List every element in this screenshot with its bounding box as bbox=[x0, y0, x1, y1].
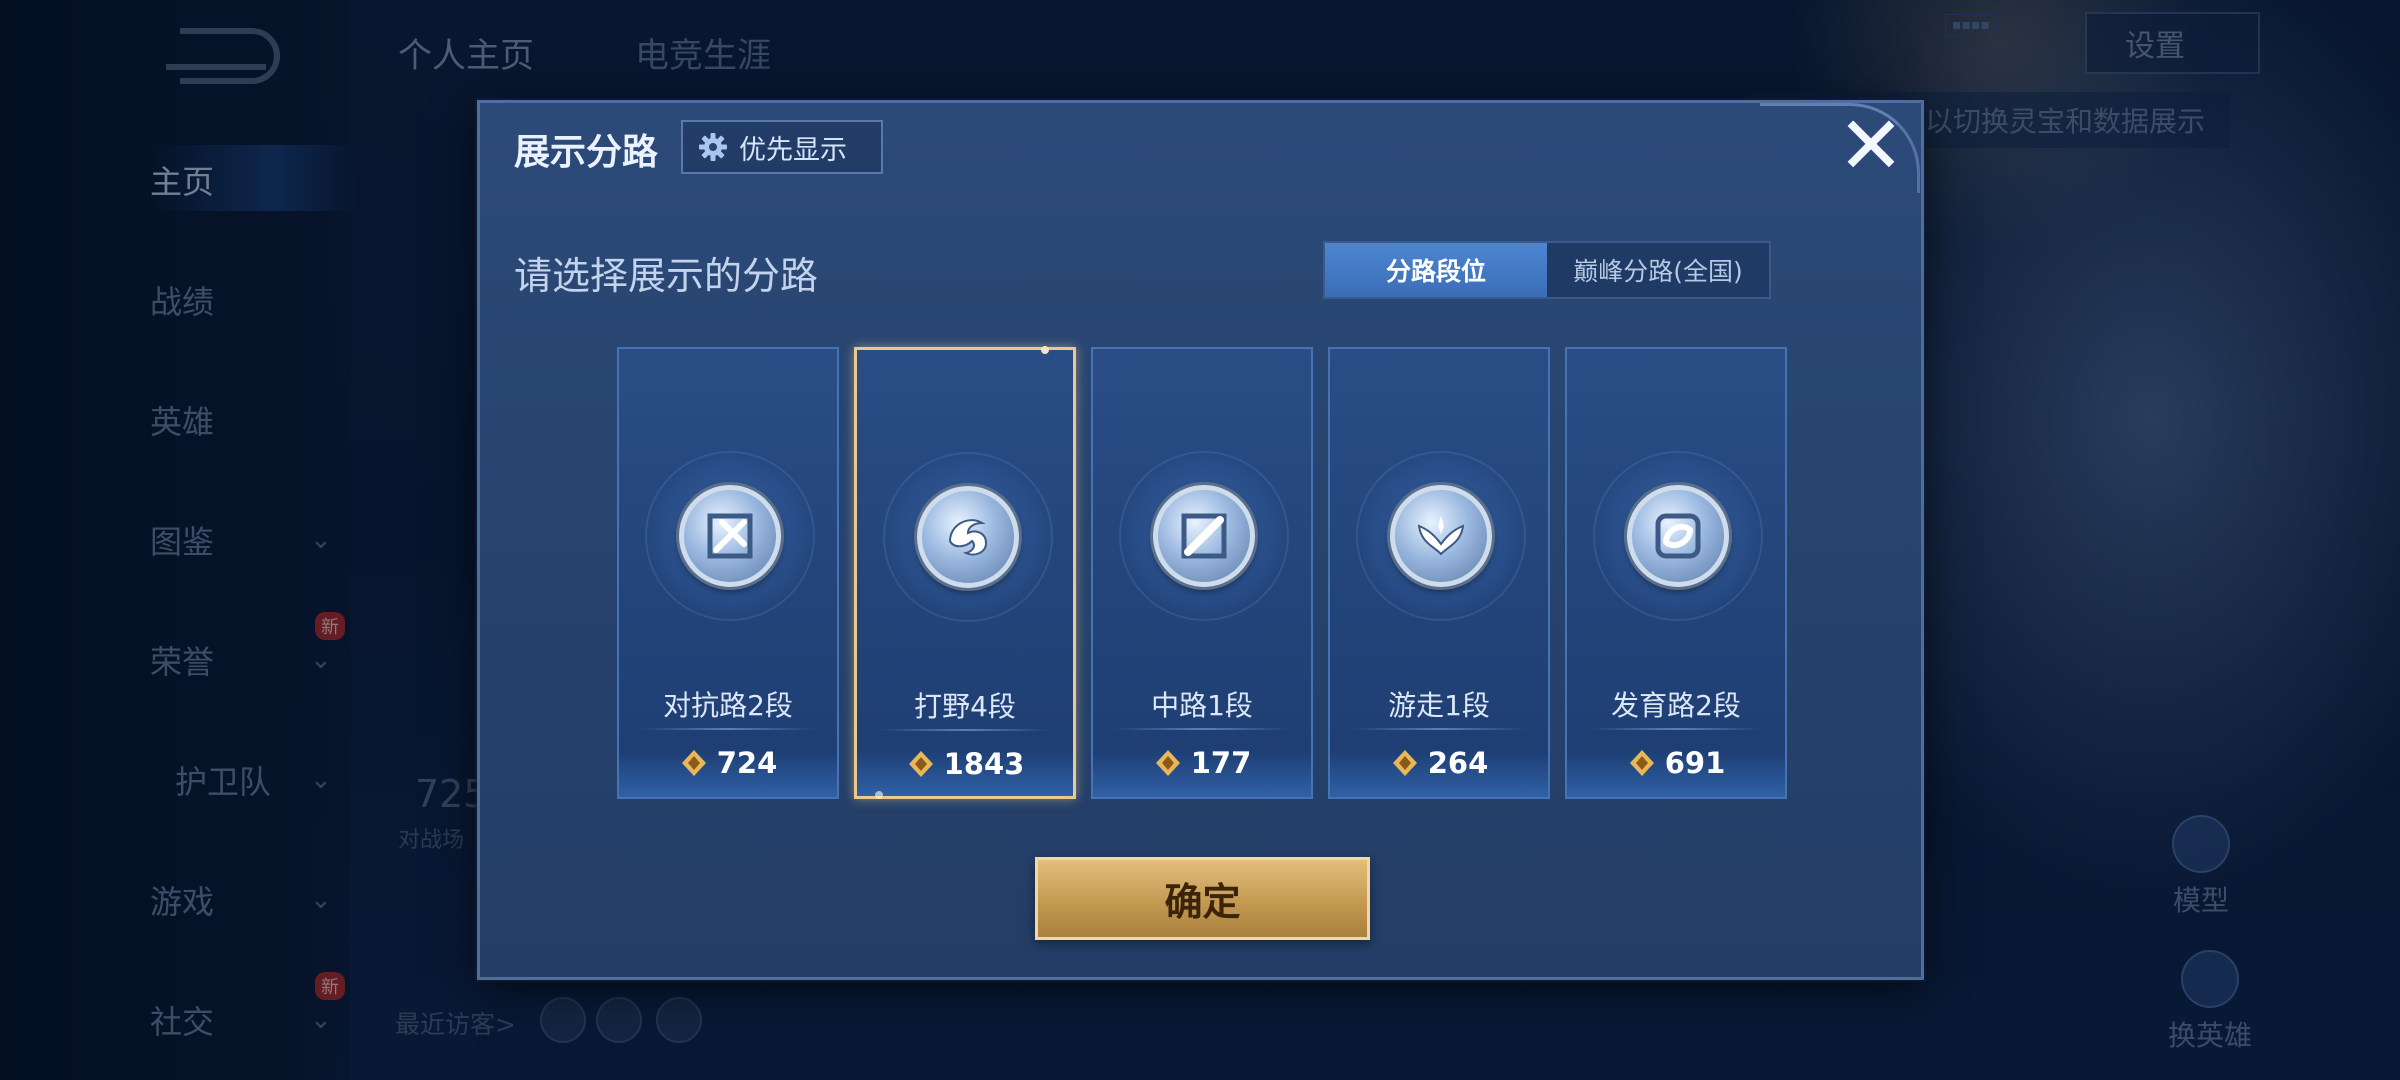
lane-score: 724 bbox=[619, 746, 837, 780]
lane-score-value: 177 bbox=[1190, 746, 1252, 780]
lane-name: 游走1段 bbox=[1388, 689, 1490, 722]
farm-lane-icon bbox=[1627, 485, 1729, 587]
divider bbox=[1115, 728, 1289, 730]
lane-score: 691 bbox=[1567, 746, 1785, 780]
lane-card-roam[interactable]: 游走1段 264 bbox=[1328, 347, 1550, 799]
lane-score-value: 1843 bbox=[943, 747, 1025, 781]
lane-score: 1843 bbox=[857, 747, 1073, 781]
lane-score-value: 724 bbox=[716, 746, 778, 780]
rank-point-icon bbox=[1392, 750, 1417, 776]
lane-name: 中路1段 bbox=[1151, 689, 1253, 722]
rank-point-icon bbox=[1629, 750, 1654, 776]
divider bbox=[1352, 728, 1526, 730]
lane-score: 264 bbox=[1330, 746, 1548, 780]
divider bbox=[879, 729, 1051, 731]
lane-card-clash[interactable]: 对抗路2段 724 bbox=[617, 347, 839, 799]
lane-name: 对抗路2段 bbox=[663, 689, 793, 722]
lane-card-mid[interactable]: 中路1段 177 bbox=[1091, 347, 1313, 799]
rank-point-icon bbox=[1155, 750, 1180, 776]
priority-display-button[interactable]: 优先显示 bbox=[681, 120, 883, 174]
segment-lane-rank[interactable]: 分路段位 bbox=[1325, 243, 1547, 297]
lane-score-value: 691 bbox=[1664, 746, 1726, 780]
selection-corner-dot bbox=[1041, 346, 1049, 354]
lane-name: 发育路2段 bbox=[1611, 689, 1741, 722]
divider bbox=[1589, 728, 1763, 730]
selection-corner-dot bbox=[875, 791, 883, 799]
lane-display-dialog: 展示分路 优先显示 ✕ 请选择展示的分路 分路段位 巅峰分路(全国) 对抗路2段… bbox=[477, 100, 1924, 980]
confirm-button[interactable]: 确定 bbox=[1035, 857, 1370, 940]
mid-lane-icon bbox=[1153, 485, 1255, 587]
lane-score: 177 bbox=[1093, 746, 1311, 780]
dialog-title: 展示分路 bbox=[514, 132, 659, 173]
roam-icon bbox=[1390, 485, 1492, 587]
gear-icon bbox=[699, 133, 727, 161]
close-icon[interactable]: ✕ bbox=[1836, 106, 1906, 186]
dialog-subtitle: 请选择展示的分路 bbox=[514, 254, 819, 298]
lane-card-jungle[interactable]: 打野4段 1843 bbox=[854, 346, 1076, 799]
divider bbox=[641, 728, 815, 730]
segment-peak-lane-national[interactable]: 巅峰分路(全国) bbox=[1547, 243, 1769, 297]
lane-mode-segmented-control: 分路段位 巅峰分路(全国) bbox=[1323, 241, 1771, 299]
clash-lane-icon bbox=[679, 485, 781, 587]
rank-point-icon bbox=[681, 750, 706, 776]
jungle-icon bbox=[917, 486, 1019, 588]
rank-point-icon bbox=[908, 751, 933, 777]
priority-display-label: 优先显示 bbox=[739, 134, 847, 166]
lane-score-value: 264 bbox=[1427, 746, 1489, 780]
lane-card-farm[interactable]: 发育路2段 691 bbox=[1565, 347, 1787, 799]
lane-name: 打野4段 bbox=[914, 690, 1016, 723]
